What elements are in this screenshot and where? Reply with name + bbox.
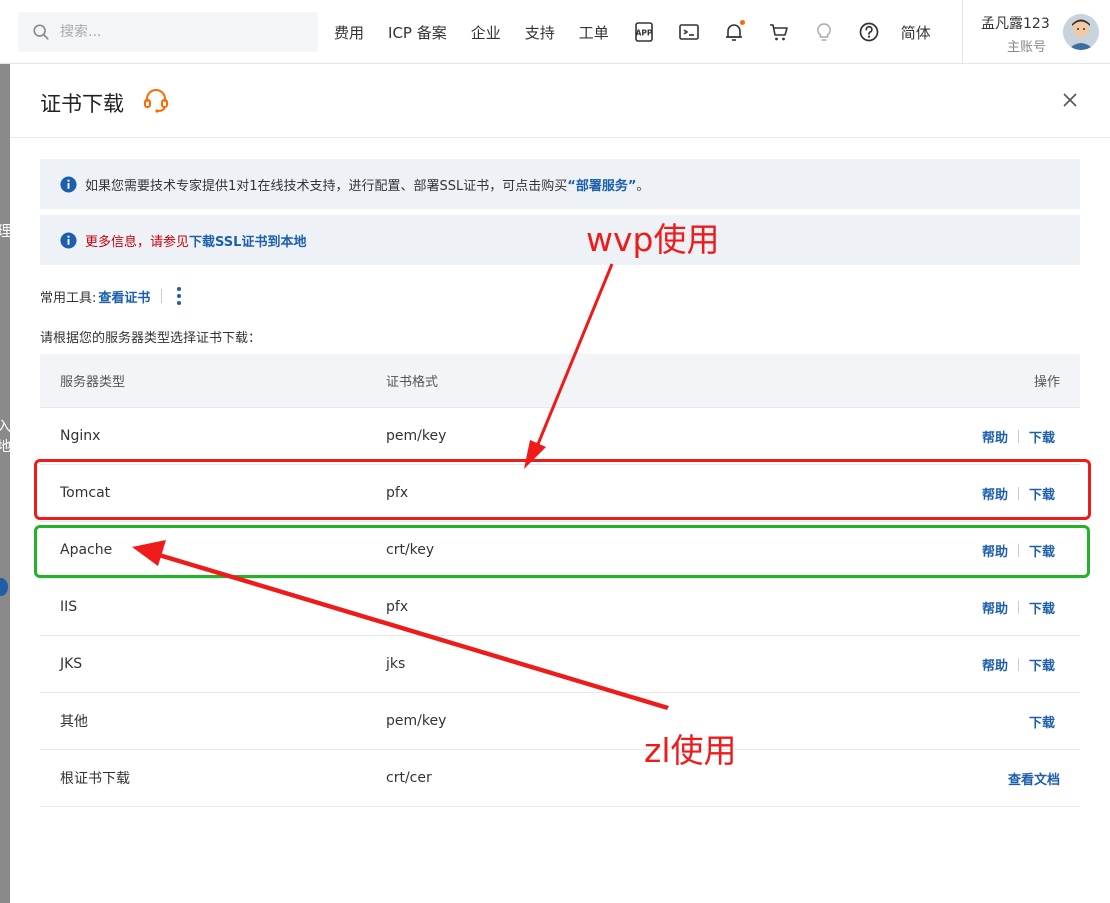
action-cell: 帮助 下载	[906, 427, 1080, 446]
nav-item-enterprise[interactable]: 企业	[471, 22, 501, 43]
top-nav-items: 费用 ICP 备案 企业 支持 工单 APP 简体	[334, 0, 931, 64]
table-row: IIS pfx 帮助 下载	[40, 579, 1080, 636]
divider	[1017, 429, 1019, 443]
server-type-cell: Nginx	[60, 428, 101, 444]
cert-format-cell: pem/key	[386, 428, 447, 444]
action-cell: 下载	[906, 712, 1080, 731]
divider	[161, 289, 163, 303]
bell-icon[interactable]	[723, 20, 745, 43]
cert-format-cell: pfx	[386, 485, 409, 501]
help-icon[interactable]	[858, 21, 880, 43]
column-header-action: 操作	[1033, 375, 1060, 390]
more-vertical-icon[interactable]	[176, 285, 182, 307]
panel-title: 证书下载	[40, 92, 124, 116]
action-cell: 查看文档	[906, 769, 1080, 788]
divider	[1017, 657, 1019, 671]
nav-item-fees[interactable]: 费用	[334, 22, 364, 43]
search-box[interactable]	[18, 12, 318, 52]
table-row: Apache crt/key 帮助 下载	[40, 522, 1080, 579]
account-menu[interactable]: 孟凡露123 主账号	[962, 0, 1110, 64]
notice-text: 如果您需要技术专家提供1对1在线技术支持，进行配置、部署SSL证书，可点击购买	[85, 178, 568, 194]
help-link[interactable]: 帮助	[982, 598, 1008, 617]
cart-icon[interactable]	[768, 21, 790, 43]
download-link[interactable]: 下载	[1029, 712, 1055, 731]
info-icon	[60, 175, 77, 193]
download-link[interactable]: 下载	[1029, 484, 1055, 503]
close-icon[interactable]	[1060, 90, 1080, 110]
table-row: Nginx pem/key 帮助 下载	[40, 408, 1080, 465]
certificate-table: 服务器类型 证书格式 操作 Nginx pem/key 帮助 下载 Tomcat…	[40, 354, 1080, 807]
action-cell: 帮助 下载	[906, 655, 1080, 674]
deploy-service-notice: 如果您需要技术专家提供1对1在线技术支持，进行配置、部署SSL证书，可点击购买 “…	[40, 159, 1080, 209]
common-tools: 常用工具: 查看证书	[40, 285, 182, 307]
certificate-download-panel: 证书下载 如果您需要技术专家提供1对1在线技术支持，进行配置、部署SSL证书，可…	[10, 64, 1110, 903]
terminal-icon[interactable]	[678, 21, 700, 43]
nav-item-icp[interactable]: ICP 备案	[388, 22, 447, 43]
notice-text: 更多信息，请参见	[85, 234, 190, 250]
nav-item-support[interactable]: 支持	[525, 22, 555, 43]
background-badge	[0, 578, 8, 596]
headset-icon[interactable]	[142, 86, 170, 114]
table-row: 根证书下载 crt/cer 查看文档	[40, 750, 1080, 807]
notice-text-end: 。	[636, 178, 650, 194]
lightbulb-icon[interactable]	[813, 21, 835, 43]
server-type-hint: 请根据您的服务器类型选择证书下载：	[40, 331, 262, 346]
download-link[interactable]: 下载	[1029, 541, 1055, 560]
action-cell: 帮助 下载	[906, 598, 1080, 617]
column-header-server: 服务器类型	[60, 375, 126, 390]
language-switch[interactable]: 简体	[901, 22, 931, 43]
help-link[interactable]: 帮助	[982, 541, 1008, 560]
more-info-notice: 更多信息，请参见 下载SSL证书到本地	[40, 215, 1080, 265]
nav-item-ticket[interactable]: 工单	[579, 22, 609, 43]
avatar[interactable]	[1063, 14, 1099, 50]
account-name: 孟凡露123	[981, 16, 1050, 32]
cert-format-cell: jks	[386, 656, 406, 672]
server-type-cell: Tomcat	[60, 485, 111, 501]
background-page: 理 入地	[0, 64, 12, 903]
info-icon	[60, 231, 77, 249]
action-cell: 帮助 下载	[906, 484, 1080, 503]
app-icon[interactable]: APP	[633, 21, 655, 43]
download-link[interactable]: 下载	[1029, 598, 1055, 617]
search-input[interactable]	[60, 24, 300, 40]
help-link[interactable]: 帮助	[982, 484, 1008, 503]
notification-dot	[739, 20, 745, 25]
cert-format-cell: crt/cer	[386, 770, 432, 786]
download-ssl-doc-link[interactable]: 下载SSL证书到本地	[189, 231, 306, 250]
tools-label: 常用工具:	[40, 290, 97, 306]
view-certificate-link[interactable]: 查看证书	[98, 287, 150, 306]
server-type-cell: 根证书下载	[60, 771, 130, 787]
divider	[1017, 600, 1019, 614]
action-cell: 帮助 下载	[906, 541, 1080, 560]
view-document-link[interactable]: 查看文档	[1008, 769, 1060, 788]
deploy-service-link[interactable]: “部署服务”	[567, 175, 636, 194]
table-header: 服务器类型 证书格式 操作	[40, 354, 1080, 408]
table-row: Tomcat pfx 帮助 下载	[40, 465, 1080, 522]
help-link[interactable]: 帮助	[982, 655, 1008, 674]
divider	[1017, 543, 1019, 557]
cert-format-cell: crt/key	[386, 542, 435, 558]
download-link[interactable]: 下载	[1029, 655, 1055, 674]
account-role: 主账号	[1007, 40, 1047, 55]
top-nav-bar: 费用 ICP 备案 企业 支持 工单 APP 简体 孟凡露123 主账号	[0, 0, 1110, 64]
search-icon	[33, 24, 49, 40]
svg-text:APP: APP	[635, 29, 652, 38]
server-type-cell: IIS	[60, 599, 78, 615]
cert-format-cell: pfx	[386, 599, 409, 615]
server-type-cell: JKS	[60, 656, 83, 672]
divider	[1017, 486, 1019, 500]
table-row: JKS jks 帮助 下载	[40, 636, 1080, 693]
column-header-format: 证书格式	[386, 375, 439, 390]
server-type-cell: Apache	[60, 542, 113, 558]
table-row: 其他 pem/key 下载	[40, 693, 1080, 750]
help-link[interactable]: 帮助	[982, 427, 1008, 446]
panel-header: 证书下载	[10, 64, 1110, 138]
server-type-cell: 其他	[60, 714, 88, 730]
cert-format-cell: pem/key	[386, 713, 447, 729]
download-link[interactable]: 下载	[1029, 427, 1055, 446]
